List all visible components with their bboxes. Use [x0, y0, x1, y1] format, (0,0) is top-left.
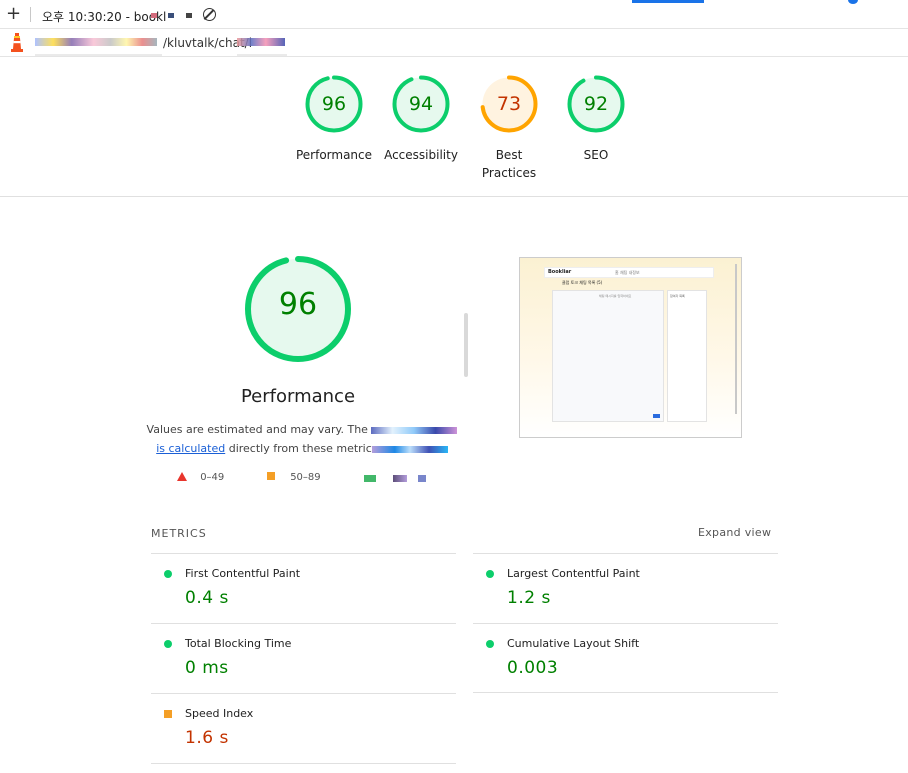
score-value: 73: [496, 93, 522, 115]
category-gauge-seo[interactable]: 92 SEO: [551, 74, 641, 164]
thumb-heading: 클럽 토크 채팅 목록 (5): [562, 280, 603, 285]
triangle-icon: [177, 472, 187, 481]
performance-description: Values are estimated and may vary. The i…: [142, 420, 462, 458]
redacted-pixels: [364, 474, 376, 482]
redacted-pixels: [186, 13, 192, 18]
average-square-icon: [164, 710, 172, 718]
category-gauge-performance[interactable]: 96 Performance: [289, 74, 379, 164]
score-value: 92: [583, 93, 609, 115]
pass-dot-icon: [164, 640, 172, 648]
legend-pass-redacted: [364, 473, 427, 484]
thumb-send-button: [653, 414, 660, 418]
metric-value: 0.4 s: [185, 588, 229, 608]
redacted-text: [371, 426, 458, 434]
url-underline: [237, 54, 287, 56]
metric-tbt: Total Blocking Time 0 ms: [151, 623, 456, 693]
performance-score: 96: [278, 287, 318, 322]
redacted-url-tail: [237, 38, 285, 46]
tab-title[interactable]: 오후 10:30:20 - bookl: [42, 8, 166, 25]
active-tab-indicator: [632, 0, 704, 3]
address-bar[interactable]: /kluvtalk/chat/l: [0, 29, 908, 57]
metric-si: Speed Index 1.6 s: [151, 693, 456, 763]
metric-lcp: Largest Contentful Paint 1.2 s: [473, 553, 778, 623]
legend-average-range: 50–89: [290, 472, 321, 483]
thumb-brand: Bookliar: [548, 269, 572, 275]
description-text: Values are estimated and may vary. The: [146, 423, 372, 436]
square-icon: [267, 472, 275, 480]
category-summary: 96 Performance 94 Accessibility 73 Best Pract…: [0, 57, 908, 197]
thumb-nav-links: 홈 채팅 내정보: [615, 270, 640, 275]
category-label: Accessibility: [384, 148, 458, 162]
legend-fail: 0–49: [177, 472, 224, 483]
metric-value: 1.6 s: [185, 728, 229, 748]
pass-dot-icon: [486, 570, 494, 578]
tab-separator: [30, 7, 31, 22]
thumb-panel-text: 채팅 메시지를 입력하세요: [599, 294, 632, 298]
performance-title: Performance: [240, 386, 356, 407]
metrics-divider: [151, 763, 456, 764]
thumb-side-panel: 참여자 목록: [667, 290, 707, 422]
category-label: SEO: [583, 148, 609, 162]
metric-name: Largest Contentful Paint: [507, 567, 640, 580]
metric-name: Total Blocking Time: [185, 637, 292, 650]
metric-value: 0 ms: [185, 658, 229, 678]
metric-fcp: First Contentful Paint 0.4 s: [151, 553, 456, 623]
thumb-chat-panel: 채팅 메시지를 입력하세요: [552, 290, 664, 422]
metrics-heading: METRICS: [151, 527, 207, 540]
metric-name: First Contentful Paint: [185, 567, 301, 580]
score-value: 94: [408, 93, 434, 115]
redacted-pixels: [168, 13, 174, 18]
expand-view-button[interactable]: Expand view: [698, 526, 771, 539]
metric-name: Cumulative Layout Shift: [507, 637, 640, 650]
blocked-icon[interactable]: [203, 8, 216, 21]
thumb-scrollbar: [735, 264, 737, 414]
legend-average: 50–89: [267, 472, 321, 483]
lighthouse-icon: [11, 33, 23, 52]
redacted-text: [371, 445, 448, 453]
panel-resizer[interactable]: [464, 313, 468, 377]
score-value: 96: [321, 93, 347, 115]
pass-dot-icon: [486, 640, 494, 648]
new-tab-button[interactable]: +: [6, 4, 21, 24]
metric-value: 0.003: [507, 658, 559, 678]
redacted-pixels: [393, 474, 408, 482]
metric-name: Speed Index: [185, 707, 254, 720]
category-gauge-best-practices[interactable]: 73 Best Practices: [464, 74, 554, 182]
final-screenshot[interactable]: Bookliar 홈 채팅 내정보 클럽 토크 채팅 목록 (5) 채팅 메시지…: [519, 257, 742, 438]
redacted-pixels: [151, 13, 157, 18]
pass-dot-icon: [164, 570, 172, 578]
metric-value: 1.2 s: [507, 588, 551, 608]
browser-tab-bar: + 오후 10:30:20 - bookl: [0, 0, 908, 29]
category-gauge-accessibility[interactable]: 94 Accessibility: [376, 74, 466, 164]
redacted-pixels: [418, 474, 427, 482]
category-label: Best Practices: [481, 148, 537, 180]
metric-cls: Cumulative Layout Shift 0.003: [473, 623, 778, 693]
profile-indicator-icon: [848, 0, 858, 4]
legend-fail-range: 0–49: [200, 472, 225, 483]
description-text: directly from these metric: [225, 442, 372, 455]
thumb-navbar: Bookliar 홈 채팅 내정보: [544, 267, 714, 278]
thumb-side-text: 참여자 목록: [670, 294, 685, 298]
url-underline: [35, 54, 162, 56]
category-label: Performance: [295, 148, 373, 162]
redacted-url-host: [35, 38, 157, 46]
score-calculated-link[interactable]: is calculated: [156, 442, 225, 455]
metrics-divider: [473, 692, 778, 693]
